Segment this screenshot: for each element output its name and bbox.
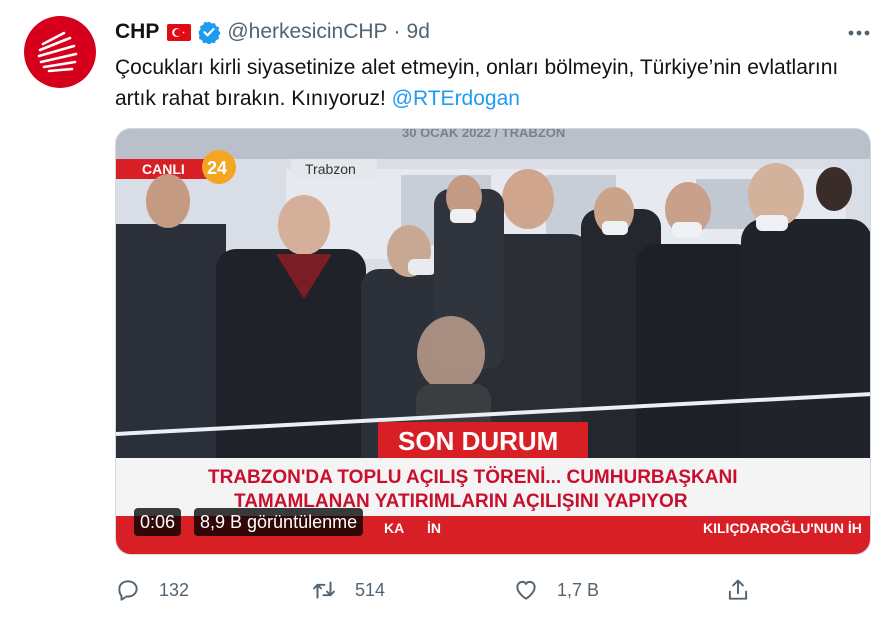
tweet-timestamp[interactable]: 9d: [407, 20, 430, 44]
share-button[interactable]: [725, 572, 751, 608]
chp-logo-icon: [37, 31, 78, 73]
tweet-header: CHP @herkesicinCHP · 9d: [115, 18, 430, 46]
share-icon: [728, 579, 748, 600]
retweet-button[interactable]: 514: [311, 572, 385, 608]
channel-number: 24: [207, 158, 227, 178]
author-name[interactable]: CHP: [115, 20, 159, 44]
mention-link[interactable]: @RTErdogan: [392, 87, 520, 110]
like-count: 1,7 B: [557, 579, 600, 600]
video-frame: 30 OCAK 2022 / TRABZON CANLI 24 Trabzon: [116, 129, 870, 554]
reply-icon: [118, 580, 138, 601]
like-icon: [516, 580, 536, 600]
video-player[interactable]: 30 OCAK 2022 / TRABZON CANLI 24 Trabzon: [115, 128, 871, 555]
avatar[interactable]: [24, 16, 96, 88]
ticker-mid: İN: [427, 520, 441, 536]
location-label: Trabzon: [305, 161, 356, 177]
like-button[interactable]: 1,7 B: [513, 572, 599, 608]
banner-title: SON DURUM: [398, 426, 558, 456]
turkey-flag-icon: [167, 23, 192, 41]
view-count: 8,9 B görüntülenme: [194, 508, 364, 536]
retweet-count: 514: [355, 579, 386, 600]
tweet-text: Çocukları kirli siyasetinize alet etmeyi…: [115, 52, 855, 114]
ticker-right: KILIÇDAROĞLU'NUN İH: [703, 519, 862, 536]
author-handle[interactable]: @herkesicinCHP: [227, 20, 387, 44]
more-icon[interactable]: [844, 20, 874, 46]
tweet-actions: 132 514 1,7 B: [115, 572, 871, 608]
reply-count: 132: [159, 579, 190, 600]
ticker-left: KA: [384, 520, 404, 536]
verified-badge-icon: [198, 21, 221, 44]
video-duration: 0:06: [134, 508, 182, 536]
reply-button[interactable]: 132: [115, 572, 189, 608]
separator-dot: ·: [393, 20, 401, 43]
backdrop-text: 30 OCAK 2022 / TRABZON: [402, 129, 565, 140]
retweet-icon: [313, 581, 335, 599]
headline-line1: TRABZON'DA TOPLU AÇILIŞ TÖRENİ... CUMHUR…: [208, 467, 737, 488]
